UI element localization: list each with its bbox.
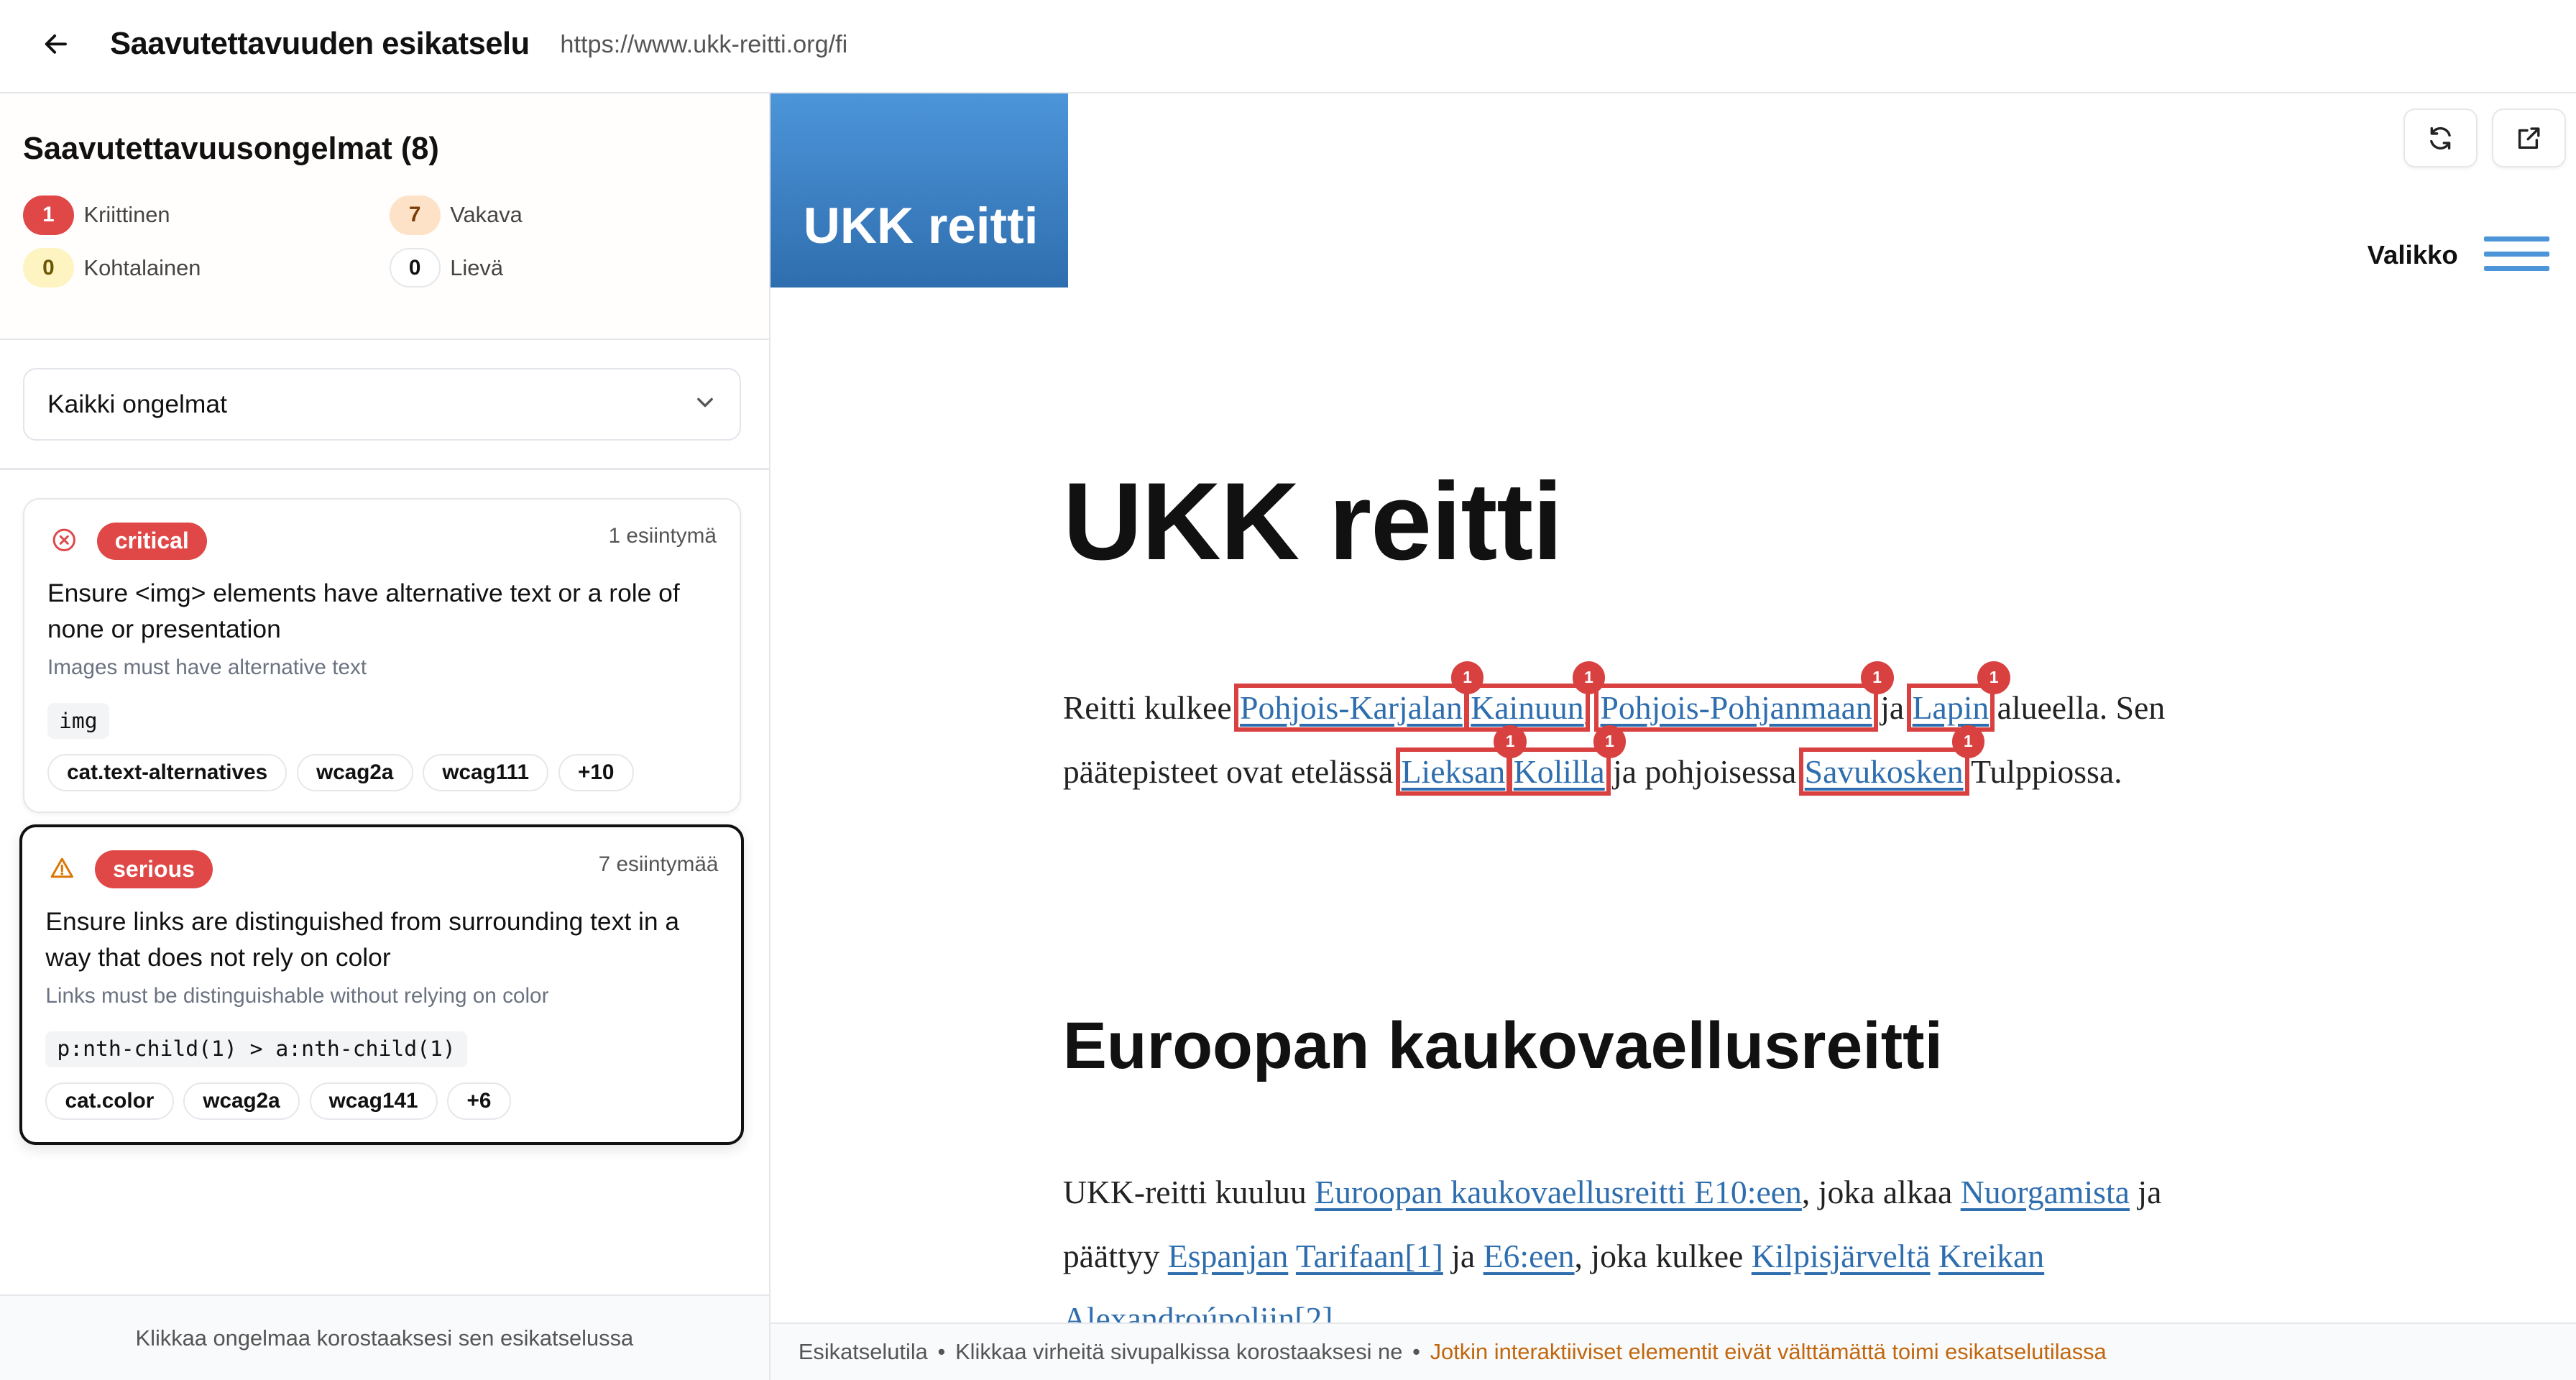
- x-circle-icon: [49, 525, 78, 555]
- refresh-icon: [2430, 126, 2451, 150]
- region-link[interactable]: Lapin 1: [1906, 661, 2010, 732]
- severity-label: Vakava: [450, 202, 523, 228]
- place-link[interactable]: Kolilla 1: [1507, 725, 1627, 796]
- region-link[interactable]: Pohjois-Pohjanmaan 1: [1594, 661, 1894, 732]
- issue-tag: wcag111: [423, 753, 549, 792]
- severity-count: 0: [389, 248, 441, 288]
- issues-sidebar: Saavutettavuusongelmat (8) 1 Kriittinen …: [0, 93, 770, 1380]
- chevron-down-icon: [696, 397, 713, 407]
- issue-marker[interactable]: 1: [1977, 661, 2010, 694]
- external-link-icon: [2518, 126, 2540, 149]
- impact-badge: critical: [96, 522, 207, 561]
- hamburger-menu-icon[interactable]: [2483, 236, 2550, 276]
- issue-description: Images must have alternative text: [47, 655, 367, 679]
- page-url: https://www.ukk-reitti.org/fi: [560, 31, 848, 59]
- issue-filter-select[interactable]: Kaikki ongelmat: [22, 367, 741, 441]
- impact-badge: serious: [94, 850, 213, 888]
- separator: •: [937, 1338, 946, 1364]
- issue-title: Ensure links are distinguished from surr…: [45, 906, 680, 972]
- issue-description: Links must be distinguishable without re…: [45, 983, 549, 1008]
- site-logo[interactable]: UKK reitti: [770, 93, 1068, 288]
- article-paragraph-line: UKK-reitti kuuluu Euroopan kaukovaellusr…: [1062, 1173, 2162, 1210]
- preview-hint: Klikkaa virheitä sivupalkissa korostaaks…: [955, 1338, 1403, 1364]
- arrow-left-icon: [45, 34, 68, 55]
- issue-marker[interactable]: 1: [1951, 725, 1985, 758]
- severity-moderate: 0 Kohtalainen: [22, 248, 201, 288]
- place-link[interactable]: Lieksan 1: [1395, 725, 1527, 796]
- severity-minor: 0 Lievä: [389, 248, 503, 288]
- page-title: Saavutettavuuden esikatselu: [110, 26, 530, 61]
- e6-link[interactable]: E6:een: [1484, 1238, 1575, 1274]
- preview-status-bar: Esikatselutila • Klikkaa virheitä sivupa…: [770, 1322, 2576, 1380]
- severity-count: 7: [389, 195, 441, 235]
- article-heading: UKK reitti: [1062, 459, 1563, 583]
- kilpisjarvi-link[interactable]: Kilpisjärveltä: [1752, 1238, 1931, 1274]
- divider: [0, 468, 769, 470]
- open-external-button[interactable]: [2492, 108, 2567, 168]
- issue-tags: cat.color wcag2a wcag141 +6: [45, 1082, 511, 1121]
- issue-tag-more[interactable]: +6: [447, 1082, 511, 1121]
- preview-mode-label: Esikatselutila: [798, 1338, 928, 1364]
- refresh-button[interactable]: [2403, 108, 2478, 168]
- severity-critical: 1 Kriittinen: [22, 195, 170, 235]
- issue-tag: wcag2a: [296, 753, 413, 792]
- article-paragraph-line: Reitti kulkee Pohjois-Karjalan 1 Kainuun 1…: [1063, 661, 2165, 732]
- issue-tag: cat.text-alternatives: [47, 753, 288, 792]
- severity-serious: 7 Vakava: [389, 195, 523, 235]
- spain-link[interactable]: Espanjan: [1168, 1238, 1289, 1274]
- section-heading: Euroopan kaukovaellusreitti: [1062, 1009, 1943, 1083]
- issue-selector: p:nth-child(1) > a:nth-child(1): [45, 1031, 467, 1068]
- instance-count: 7 esiintymää: [598, 852, 719, 876]
- separator: •: [1412, 1338, 1420, 1364]
- article-paragraph-line: päätepisteet ovat etelässä Lieksan 1 Koli…: [1063, 725, 2122, 796]
- sidebar-hint: Klikkaa ongelmaa korostaaksesi sen esika…: [0, 1294, 769, 1380]
- logo-text: UKK reitti: [803, 198, 1039, 255]
- article-paragraph-line: päättyy Espanjan Tarifaan[1] ja E6:een, …: [1062, 1238, 2045, 1275]
- issue-tags: cat.text-alternatives wcag2a wcag111 +10: [47, 753, 634, 792]
- region-link[interactable]: Kainuun 1: [1464, 661, 1606, 732]
- issue-marker[interactable]: 1: [1860, 661, 1894, 694]
- preview-pane: UKK reitti Valikko UKK reitti Reitti kul…: [770, 93, 2576, 1380]
- preview-warning: Jotkin interaktiiviset elementit eivät v…: [1430, 1338, 2107, 1364]
- issue-tag: wcag141: [309, 1082, 438, 1121]
- severity-label: Kohtalainen: [83, 254, 201, 280]
- instance-count: 1 esiintymä: [608, 523, 717, 548]
- issue-title: Ensure <img> elements have alternative t…: [47, 578, 680, 643]
- issues-title: Saavutettavuusongelmat (8): [22, 131, 439, 166]
- e10-link[interactable]: Euroopan kaukovaellusreitti E10:een: [1315, 1174, 1802, 1210]
- severity-count: 1: [22, 195, 74, 235]
- back-button[interactable]: [36, 24, 75, 64]
- issue-marker[interactable]: 1: [1593, 725, 1627, 758]
- tarifa-link[interactable]: Tarifaan[1]: [1296, 1238, 1443, 1274]
- severity-count: 0: [22, 248, 74, 288]
- top-bar: Saavutettavuuden esikatselu https://www.…: [0, 0, 2576, 94]
- severity-label: Lievä: [450, 254, 503, 280]
- warning-triangle-icon: [47, 854, 77, 883]
- app-root: Saavutettavuuden esikatselu https://www.…: [0, 0, 2576, 1380]
- issues-summary: Saavutettavuusongelmat (8) 1 Kriittinen …: [0, 93, 769, 341]
- nuorgam-link[interactable]: Nuorgamista: [1961, 1174, 2130, 1210]
- place-link[interactable]: Savukosken 1: [1798, 725, 1985, 796]
- menu-label[interactable]: Valikko: [2368, 240, 2458, 270]
- region-link[interactable]: Pohjois-Karjalan 1: [1233, 661, 1484, 732]
- filter-value: Kaikki ongelmat: [47, 389, 227, 418]
- issue-card-selected[interactable]: serious 7 esiintymää Ensure links are di…: [19, 824, 745, 1146]
- issue-selector: img: [47, 702, 109, 740]
- issue-card[interactable]: critical 1 esiintymä Ensure <img> elemen…: [22, 497, 741, 814]
- severity-label: Kriittinen: [83, 202, 170, 228]
- greece-link[interactable]: Kreikan: [1938, 1238, 2044, 1274]
- issue-tag: cat.color: [45, 1082, 174, 1121]
- issue-tag-more[interactable]: +10: [558, 753, 634, 792]
- issue-tag: wcag2a: [183, 1082, 300, 1121]
